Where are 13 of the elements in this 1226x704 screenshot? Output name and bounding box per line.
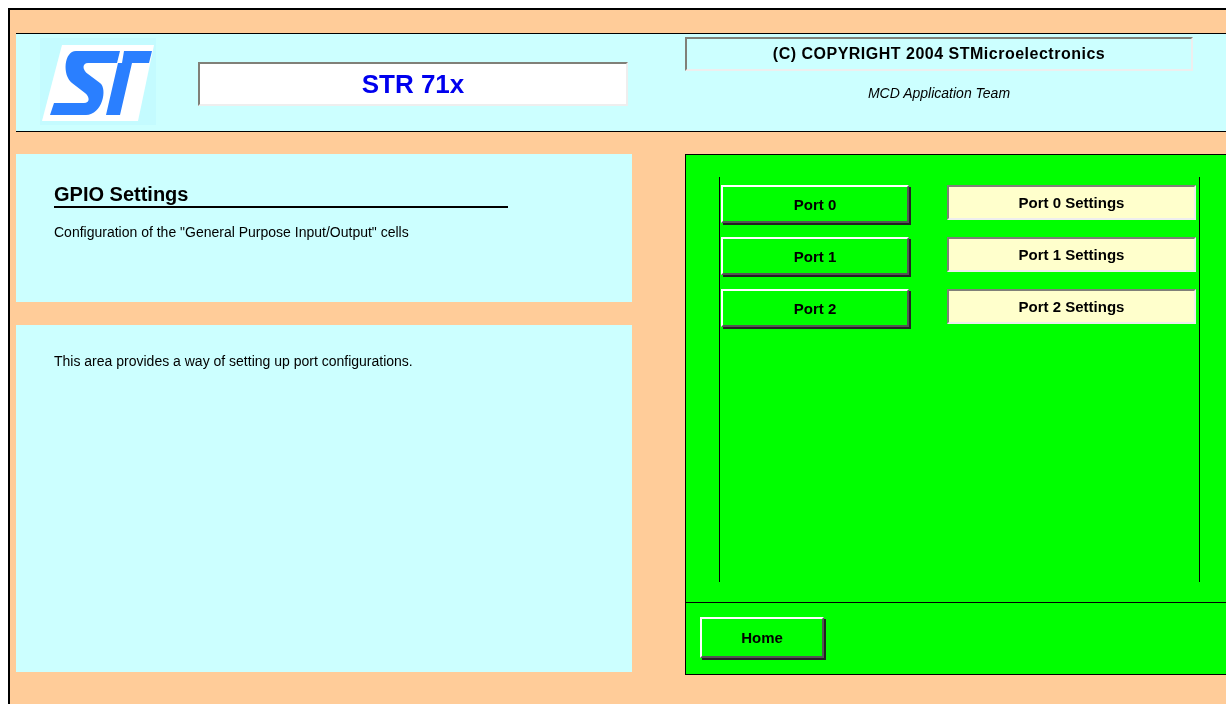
product-title: STR 71x [198, 62, 628, 106]
description-text: Configuration of the "General Purpose Input/Output" cells [54, 224, 410, 240]
port-settings-field[interactable]: Port 1 Settings [947, 237, 1196, 272]
info-text: This area provides a way of setting up port configurations. [54, 353, 414, 369]
port-button[interactable]: Port 1 [721, 237, 909, 275]
page-heading: GPIO Settings [54, 182, 508, 208]
copyright-text: (C) COPYRIGHT 2004 STMicroelectronics [685, 37, 1193, 71]
port-settings-field[interactable]: Port 2 Settings [947, 289, 1196, 324]
port-button[interactable]: Port 0 [721, 185, 909, 223]
port-settings-field[interactable]: Port 0 Settings [947, 185, 1196, 220]
home-button[interactable]: Home [700, 617, 824, 658]
team-text: MCD Application Team [866, 85, 1012, 101]
port-button[interactable]: Port 2 [721, 289, 909, 327]
